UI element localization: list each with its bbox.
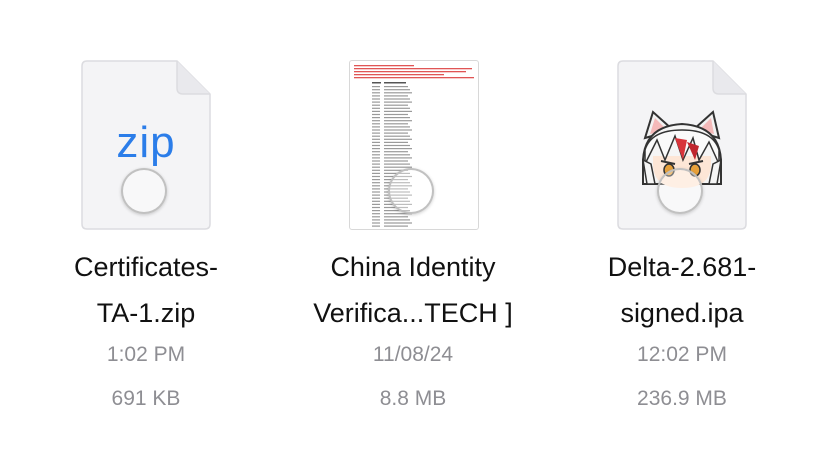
loading-ring-icon [657,168,703,214]
file-date: 11/08/24 [372,343,454,366]
file-item-certificates-zip[interactable]: zip Certificates- TA-1.zip 1:02 PM 691 K… [16,0,276,464]
file-name-line1: Certificates- [73,252,219,282]
zip-document-icon[interactable]: zip [81,60,211,230]
file-name-line2: TA-1.zip [96,298,196,328]
file-size: 8.8 MB [379,387,447,410]
app-icon-thumbnail[interactable] [617,60,747,230]
file-date: 12:02 PM [637,343,727,366]
loading-ring-icon [121,168,167,214]
file-name-line2: Verifica...TECH ] [313,298,513,328]
file-name-line2: signed.ipa [620,298,744,328]
file-item-china-identity-verification[interactable]: China Identity Verifica...TECH ] 11/08/2… [283,0,543,464]
file-name-line1: Delta-2.681- [607,252,757,282]
file-item-delta-ipa[interactable]: Delta-2.681- signed.ipa 12:02 PM 236.9 M… [552,0,812,464]
file-size: 691 KB [111,387,181,410]
file-date: 1:02 PM [106,343,186,366]
file-name-line1: China Identity [330,252,496,282]
zip-label: zip [116,118,176,167]
loading-ring-icon [388,168,434,214]
file-size: 236.9 MB [637,387,727,410]
document-preview-thumbnail[interactable] [348,60,479,230]
